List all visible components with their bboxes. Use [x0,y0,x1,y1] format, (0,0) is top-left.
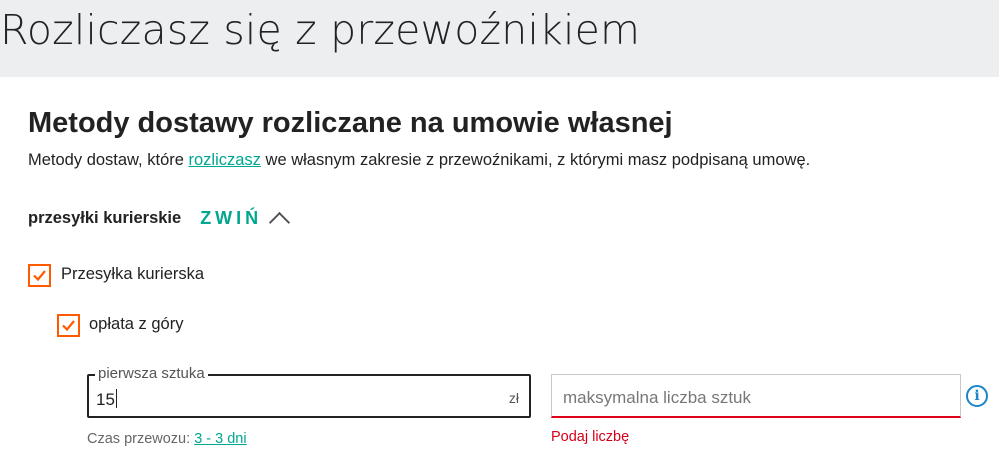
group-label: przesyłki kurierskie [28,208,182,227]
max-items-error: Podaj liczbę [551,429,630,445]
first-item-legend: pierwsza sztuka [95,366,208,382]
page-title: Rozliczasz się z przewoźnikiem [0,6,641,54]
max-items-placeholder: maksymalna liczba sztuk [563,388,752,407]
chevron-up-icon [269,211,291,233]
first-item-value-text: 15 [96,390,115,409]
page-header: Rozliczasz się z przewoźnikiem [0,0,999,77]
desc-text-after: we własnym zakresie z przewoźnikami, z k… [260,151,811,169]
max-items-field[interactable]: maksymalna liczba sztuk [551,374,961,418]
prepaid-checkbox[interactable] [57,314,80,337]
collapse-label: ZWIŃ [200,207,263,228]
checkmark-icon [33,270,46,282]
section-title: Metody dostawy rozliczane na umowie włas… [28,107,673,139]
delivery-time-label: Czas przewozu: [87,431,195,447]
delivery-time-link[interactable]: 3 - 3 dni [194,431,246,447]
collapse-button[interactable]: ZWIŃ [200,207,291,233]
courier-group-header: przesyłki kurierskie ZWIŃ [28,203,291,233]
prepaid-checkbox-label: opłata z góry [89,315,184,333]
info-icon[interactable]: i [966,385,988,407]
first-item-price-field[interactable]: pierwsza sztuka 15 zł [87,366,531,418]
first-item-value[interactable]: 15 [96,389,117,410]
checkmark-icon [62,320,75,332]
currency-unit: zł [508,390,519,406]
delivery-time: Czas przewozu: 3 - 3 dni [87,431,247,447]
desc-text-before: Metody dostaw, które [28,151,189,169]
section-description: Metody dostaw, które rozliczasz we własn… [28,151,810,170]
text-caret [115,389,117,408]
courier-checkbox-label: Przesyłka kurierska [61,265,205,283]
courier-checkbox[interactable] [28,264,51,287]
rozliczasz-link[interactable]: rozliczasz [189,151,261,169]
